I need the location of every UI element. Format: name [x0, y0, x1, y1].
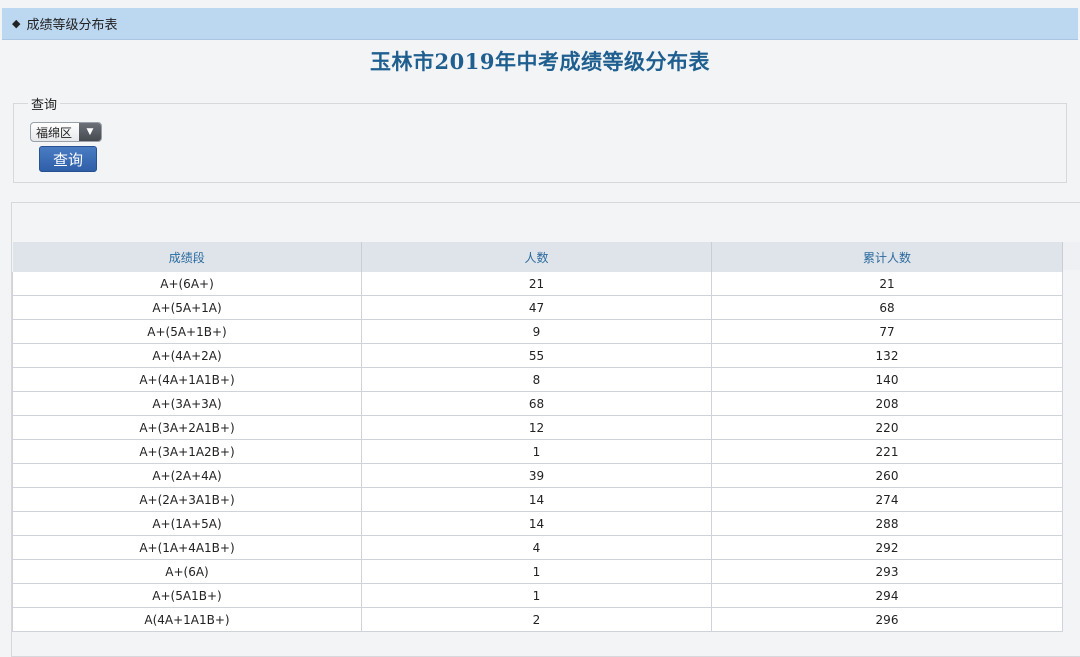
- cell-cumulative-count: 221: [711, 439, 1063, 464]
- cell-count: 8: [361, 367, 712, 392]
- cell-score-band: A+(6A): [12, 559, 362, 584]
- cell-count: 1: [361, 439, 712, 464]
- table-row: A+(3A+3A) 68 208: [12, 391, 1063, 416]
- table-row: A+(1A+5A) 14 288: [12, 511, 1063, 536]
- district-select[interactable]: 福绵区 ▼: [30, 122, 102, 142]
- cell-score-band: A+(6A+): [12, 272, 362, 296]
- cell-score-band: A+(3A+1A2B+): [12, 439, 362, 464]
- table-row: A+(2A+3A1B+) 14 274: [12, 487, 1063, 512]
- cell-count: 21: [361, 272, 712, 296]
- cell-count: 9: [361, 319, 712, 344]
- diamond-icon: ◆: [12, 17, 21, 30]
- chevron-down-icon[interactable]: ▼: [79, 123, 101, 141]
- cell-cumulative-count: 68: [711, 295, 1063, 320]
- cell-score-band: A+(1A+4A1B+): [12, 535, 362, 560]
- cell-count: 2: [361, 607, 712, 632]
- cell-count: 14: [361, 487, 712, 512]
- table-row: A+(4A+1A1B+) 8 140: [12, 367, 1063, 392]
- cell-cumulative-count: 293: [711, 559, 1063, 584]
- column-header-cumulative-count[interactable]: 累计人数: [711, 242, 1063, 272]
- section-header-title: 成绩等级分布表: [26, 18, 118, 33]
- cell-score-band: A+(2A+3A1B+): [12, 487, 362, 512]
- result-panel: 成绩段 人数 累计人数 A+(6A+) 21 21 A+(5A+1A) 47 6…: [11, 202, 1080, 657]
- cell-count: 12: [361, 415, 712, 440]
- query-legend: 查询: [28, 94, 61, 113]
- cell-cumulative-count: 288: [711, 511, 1063, 536]
- column-header-score-band[interactable]: 成绩段: [12, 242, 362, 272]
- cell-cumulative-count: 274: [711, 487, 1063, 512]
- cell-cumulative-count: 260: [711, 463, 1063, 488]
- table-row: A+(3A+2A1B+) 12 220: [12, 415, 1063, 440]
- table-row: A+(3A+1A2B+) 1 221: [12, 439, 1063, 464]
- table-row: A+(6A) 1 293: [12, 559, 1063, 584]
- cell-score-band: A(4A+1A1B+): [12, 607, 362, 632]
- cell-count: 4: [361, 535, 712, 560]
- table-header-row: 成绩段 人数 累计人数: [12, 242, 1063, 272]
- grade-distribution-table: 成绩段 人数 累计人数 A+(6A+) 21 21 A+(5A+1A) 47 6…: [12, 242, 1063, 632]
- cell-score-band: A+(3A+2A1B+): [12, 415, 362, 440]
- table-row: A+(5A+1B+) 9 77: [12, 319, 1063, 344]
- page-title: 玉林市2019年中考成绩等级分布表: [370, 49, 710, 74]
- table-row: A+(2A+4A) 39 260: [12, 463, 1063, 488]
- cell-count: 68: [361, 391, 712, 416]
- table-row: A+(4A+2A) 55 132: [12, 343, 1063, 368]
- cell-score-band: A+(2A+4A): [12, 463, 362, 488]
- table-row: A+(5A1B+) 1 294: [12, 583, 1063, 608]
- cell-cumulative-count: 77: [711, 319, 1063, 344]
- district-select-value: 福绵区: [36, 125, 73, 140]
- cell-count: 47: [361, 295, 712, 320]
- cell-count: 14: [361, 511, 712, 536]
- section-header-bar: ◆ 成绩等级分布表: [2, 8, 1078, 40]
- cell-score-band: A+(4A+2A): [12, 343, 362, 368]
- cell-count: 1: [361, 583, 712, 608]
- query-fieldset: 查询 福绵区 ▼ 查询: [13, 94, 1067, 183]
- cell-cumulative-count: 140: [711, 367, 1063, 392]
- table-header-scroll-gutter: [1062, 242, 1080, 270]
- cell-score-band: A+(5A+1A): [12, 295, 362, 320]
- cell-score-band: A+(5A+1B+): [12, 319, 362, 344]
- table-row: A+(1A+4A1B+) 4 292: [12, 535, 1063, 560]
- table-row: A+(5A+1A) 47 68: [12, 295, 1063, 320]
- cell-score-band: A+(5A1B+): [12, 583, 362, 608]
- cell-count: 39: [361, 463, 712, 488]
- cell-cumulative-count: 220: [711, 415, 1063, 440]
- column-header-count[interactable]: 人数: [361, 242, 712, 272]
- cell-cumulative-count: 292: [711, 535, 1063, 560]
- cell-score-band: A+(3A+3A): [12, 391, 362, 416]
- cell-score-band: A+(4A+1A1B+): [12, 367, 362, 392]
- cell-cumulative-count: 208: [711, 391, 1063, 416]
- cell-count: 55: [361, 343, 712, 368]
- cell-cumulative-count: 294: [711, 583, 1063, 608]
- cell-count: 1: [361, 559, 712, 584]
- cell-cumulative-count: 296: [711, 607, 1063, 632]
- query-button[interactable]: 查询: [39, 146, 97, 172]
- cell-score-band: A+(1A+5A): [12, 511, 362, 536]
- table-row: A(4A+1A1B+) 2 296: [12, 607, 1063, 632]
- cell-cumulative-count: 21: [711, 272, 1063, 296]
- cell-cumulative-count: 132: [711, 343, 1063, 368]
- table-row: A+(6A+) 21 21: [12, 272, 1063, 296]
